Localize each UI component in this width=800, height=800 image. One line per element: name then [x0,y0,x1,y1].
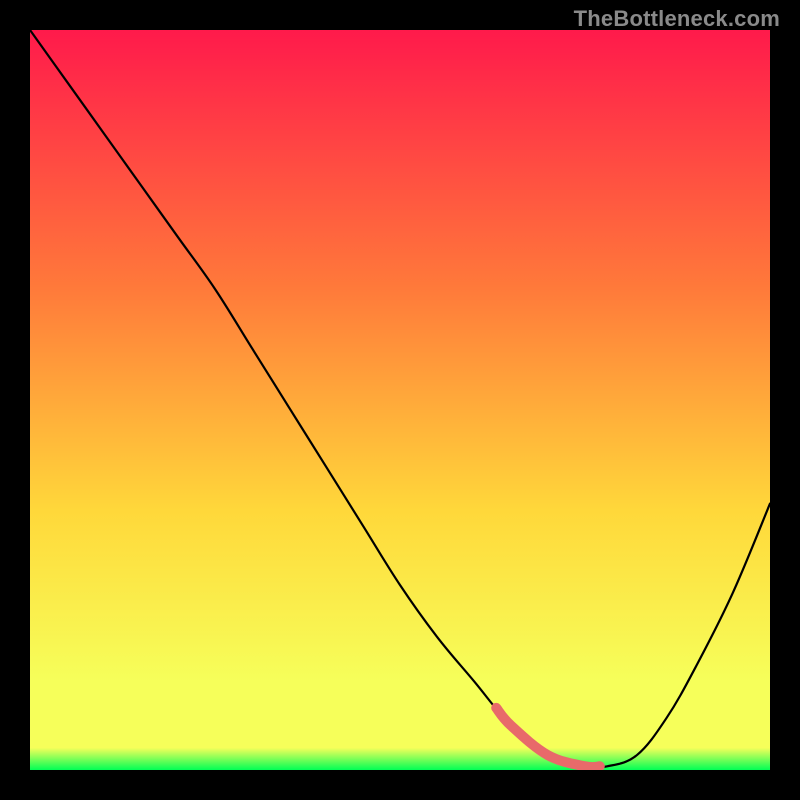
chart-frame: TheBottleneck.com [0,0,800,800]
bottleneck-chart [30,30,770,770]
gradient-background [30,30,770,770]
attribution-label: TheBottleneck.com [574,6,780,32]
plot-area [30,30,770,770]
